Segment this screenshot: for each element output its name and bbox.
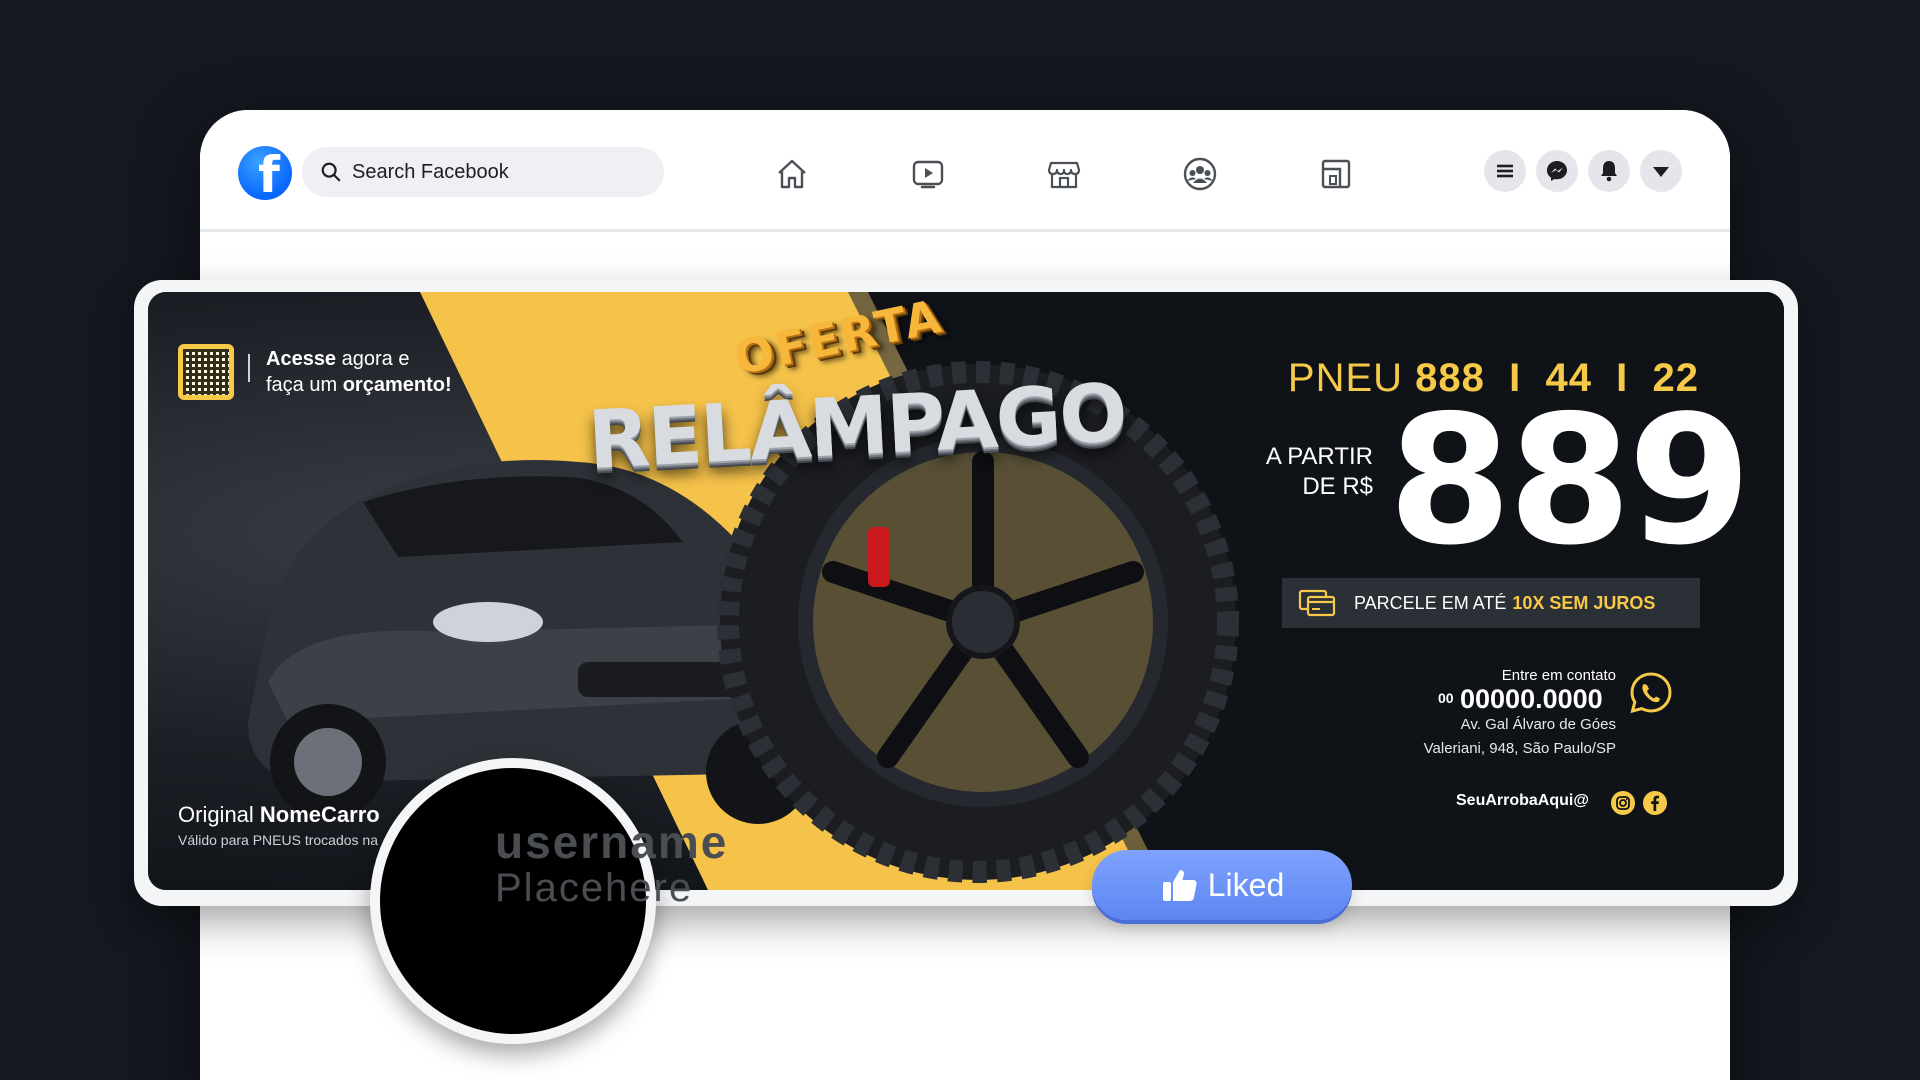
social-handle[interactable]: SeuArrobaAqui@ [1456,792,1589,810]
divider [248,354,250,382]
whatsapp-icon[interactable] [1628,670,1674,716]
price-prefix-line1: A PARTIR [1265,443,1373,470]
price-prefix-line2: DE R$ [1302,473,1373,500]
home-icon[interactable] [772,154,812,194]
messenger-icon[interactable] [1536,150,1578,192]
qr-code[interactable] [178,344,234,400]
car-note: Válido para PNEUS trocados na [178,832,378,848]
top-navigation-bar: f Search Facebook [200,110,1730,232]
phone-prefix: 00 [1438,690,1454,706]
thumbs-up-icon [1162,870,1197,901]
contact-label: Entre em contato [1501,667,1616,684]
video-icon[interactable] [908,154,948,194]
cover-photo[interactable]: Acesse agora e faça um orçamento! OFERTA… [148,292,1784,890]
facebook-logo-letter: f [258,146,280,200]
facebook-icon[interactable] [1642,790,1668,816]
installment-banner: PARCELE EM ATÉ 10X SEM JUROS [1282,578,1700,628]
liked-label: Liked [1207,866,1285,903]
price-value: 889 [1388,377,1752,584]
profile-subtitle: Placehere [495,866,694,910]
car-label-prefix: Original [178,802,260,827]
gaming-icon[interactable] [1316,154,1356,194]
account-dropdown-icon[interactable] [1640,150,1682,192]
installment-highlight: 10X SEM JUROS [1512,592,1656,613]
groups-icon[interactable] [1180,154,1220,194]
car-label: Original NomeCarro [178,802,380,828]
liked-button[interactable]: Liked [1092,850,1352,920]
address-line-2: Valeriani, 948, São Paulo/SP [1423,740,1616,757]
qr-text-2-bold: orçamento! [342,374,452,396]
installment-text: PARCELE EM ATÉ [1354,592,1507,613]
credit-card-icon [1298,589,1336,617]
phone-number[interactable]: 00000.0000 [1460,684,1603,715]
marketplace-icon[interactable] [1044,154,1084,194]
qr-text-2: faça um [266,374,343,396]
qr-text-1: agora e [336,348,410,370]
facebook-logo-icon[interactable]: f [238,146,292,200]
car-label-name: NomeCarro [259,802,380,827]
search-icon [321,162,341,182]
notifications-icon[interactable] [1588,150,1630,192]
address-line-1: Av. Gal Álvaro de Góes [1460,716,1616,733]
search-input[interactable]: Search Facebook [352,161,509,184]
profile-username: username [495,816,729,868]
qr-call-to-action: Acesse agora e faça um orçamento! [266,346,452,398]
price-prefix: A PARTIR DE R$ [1253,442,1373,502]
menu-icon[interactable] [1484,150,1526,192]
instagram-icon[interactable] [1610,790,1636,816]
search-box[interactable]: Search Facebook [302,147,664,197]
qr-text-bold: Acesse [266,348,337,370]
